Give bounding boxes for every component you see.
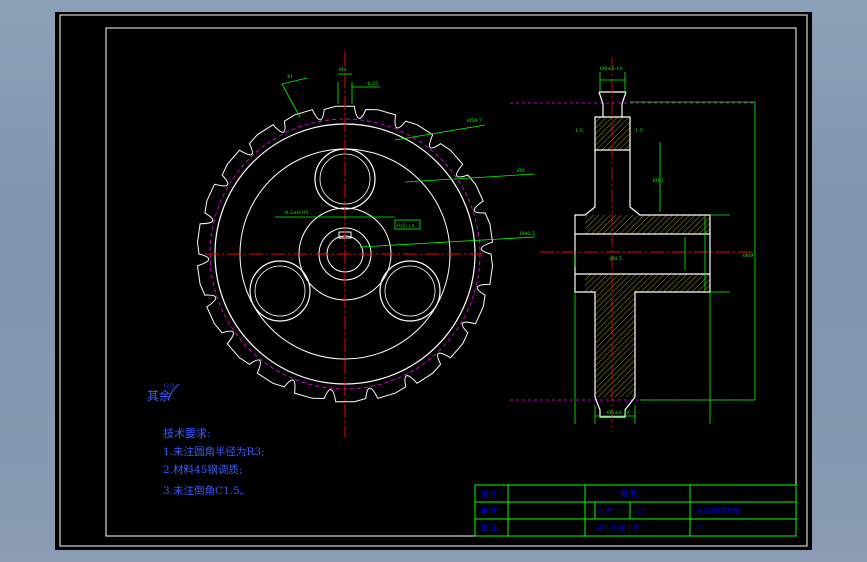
side-hub-dia: Ø13 xyxy=(653,177,663,184)
dim-keyway: 8.2±0.05 xyxy=(285,210,308,216)
tb-material: 45 xyxy=(697,525,705,532)
hole-left-inner xyxy=(254,265,306,317)
tb-ratio-value: 1:1 xyxy=(636,508,646,515)
tech-requirements: 技术要求: 1.未注圆角半径为R3; 2.材料45钢调质; 3.未注倒角C1.5… xyxy=(163,427,265,497)
side-bore: Ø8.5 xyxy=(610,255,622,262)
side-dim-top: Ø4±0.10 xyxy=(600,65,623,72)
dim-tooth-offset: 4.25 xyxy=(367,81,378,87)
roughness-value: 12.5 xyxy=(163,383,174,389)
tech-req-item-3: 3.未注倒角C1.5。 xyxy=(163,484,250,497)
tb-sheet: 共 1 张 第 1 张 xyxy=(598,524,639,532)
tech-req-item-2: 2.材料45钢调质; xyxy=(163,463,242,476)
side-tol1: 1.5 xyxy=(575,128,583,134)
hole-right xyxy=(379,260,441,322)
side-dim-bottom: Ø5±0.10 xyxy=(607,409,630,416)
tb-design: 设 计 xyxy=(481,489,497,498)
cad-drawing: Ø3 4.25 41 Ø54.7 Ø8 Ø40.5 8.2±0.05 0.02 … xyxy=(59,14,808,547)
title-block: 设 计 审 核 批 准 链 轮 比 例 1:1 共 1 张 第 1 张 从动链轮… xyxy=(474,484,797,537)
tb-check: 审 核 xyxy=(481,506,497,515)
tb-part-name: 链 轮 xyxy=(620,488,639,498)
tech-req-title: 技术要求: xyxy=(163,427,211,440)
tb-drawing-name: 从动链轮零件图 xyxy=(697,507,739,515)
dim-root-dia: Ø40.5 xyxy=(520,230,535,237)
tb-approve: 批 准 xyxy=(481,523,497,532)
tolerance-box: 0.02 | A xyxy=(397,223,415,229)
dim-outer-dia: Ø54.7 xyxy=(467,117,482,124)
tech-req-item-1: 1.未注圆角半径为R3; xyxy=(163,445,265,458)
side-overall-height: Ø69 xyxy=(743,252,753,259)
side-view: Ø4±0.10 1.5 1.5 Ø13 Ø8.5 Ø69 Ø5±0.10 xyxy=(510,57,756,432)
dim-top-width: Ø3 xyxy=(339,66,346,73)
hole-left xyxy=(249,260,311,322)
dim-shaft-dia: Ø8 xyxy=(517,167,524,174)
roughness-label: 其余 xyxy=(147,388,171,403)
front-view: Ø3 4.25 41 Ø54.7 Ø8 Ø40.5 8.2±0.05 0.02 … xyxy=(196,52,535,437)
tb-ratio-label: 比 例 xyxy=(598,507,612,515)
side-tol2: 1.5 xyxy=(635,128,643,134)
hole-right-inner xyxy=(384,265,436,317)
dim-chord: 41 xyxy=(287,74,293,80)
drawing-canvas: Ø3 4.25 41 Ø54.7 Ø8 Ø40.5 8.2±0.05 0.02 … xyxy=(55,12,812,550)
